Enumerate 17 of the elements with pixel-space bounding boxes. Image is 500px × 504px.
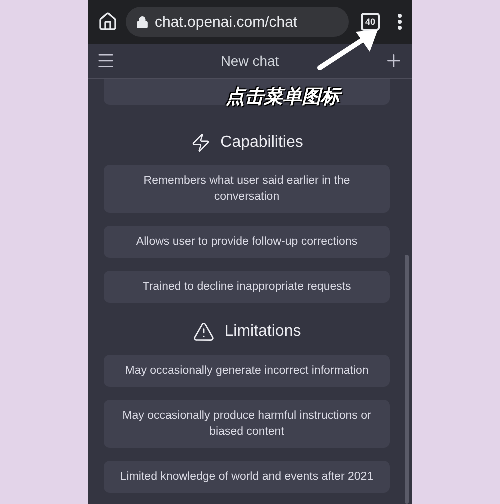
section-title: Capabilities	[220, 134, 304, 152]
section-title: Limitations	[224, 323, 302, 341]
page-title: New chat	[220, 53, 280, 69]
example-card: May occasionally generate incorrect information	[104, 355, 390, 387]
warning-icon	[192, 321, 215, 343]
more-button[interactable]	[398, 14, 402, 30]
example-card: Remembers what user said earlier in the conversation	[104, 165, 390, 213]
home-button[interactable]	[98, 12, 118, 32]
lock-icon	[136, 16, 149, 28]
lightning-icon	[190, 133, 211, 153]
example-card: Allows user to provide follow-up corrections	[104, 226, 390, 258]
more-icon	[398, 14, 402, 30]
example-card: Trained to decline inappropriate requests	[104, 271, 390, 303]
example-card: Limited knowledge of world and events after 2021	[104, 461, 390, 493]
address-bar[interactable]: chat.openai.com/chat	[126, 7, 349, 37]
annotation-caption: 点击菜单图标	[226, 84, 340, 110]
example-card: May occasionally produce harmful instructions or biased content	[104, 400, 390, 448]
